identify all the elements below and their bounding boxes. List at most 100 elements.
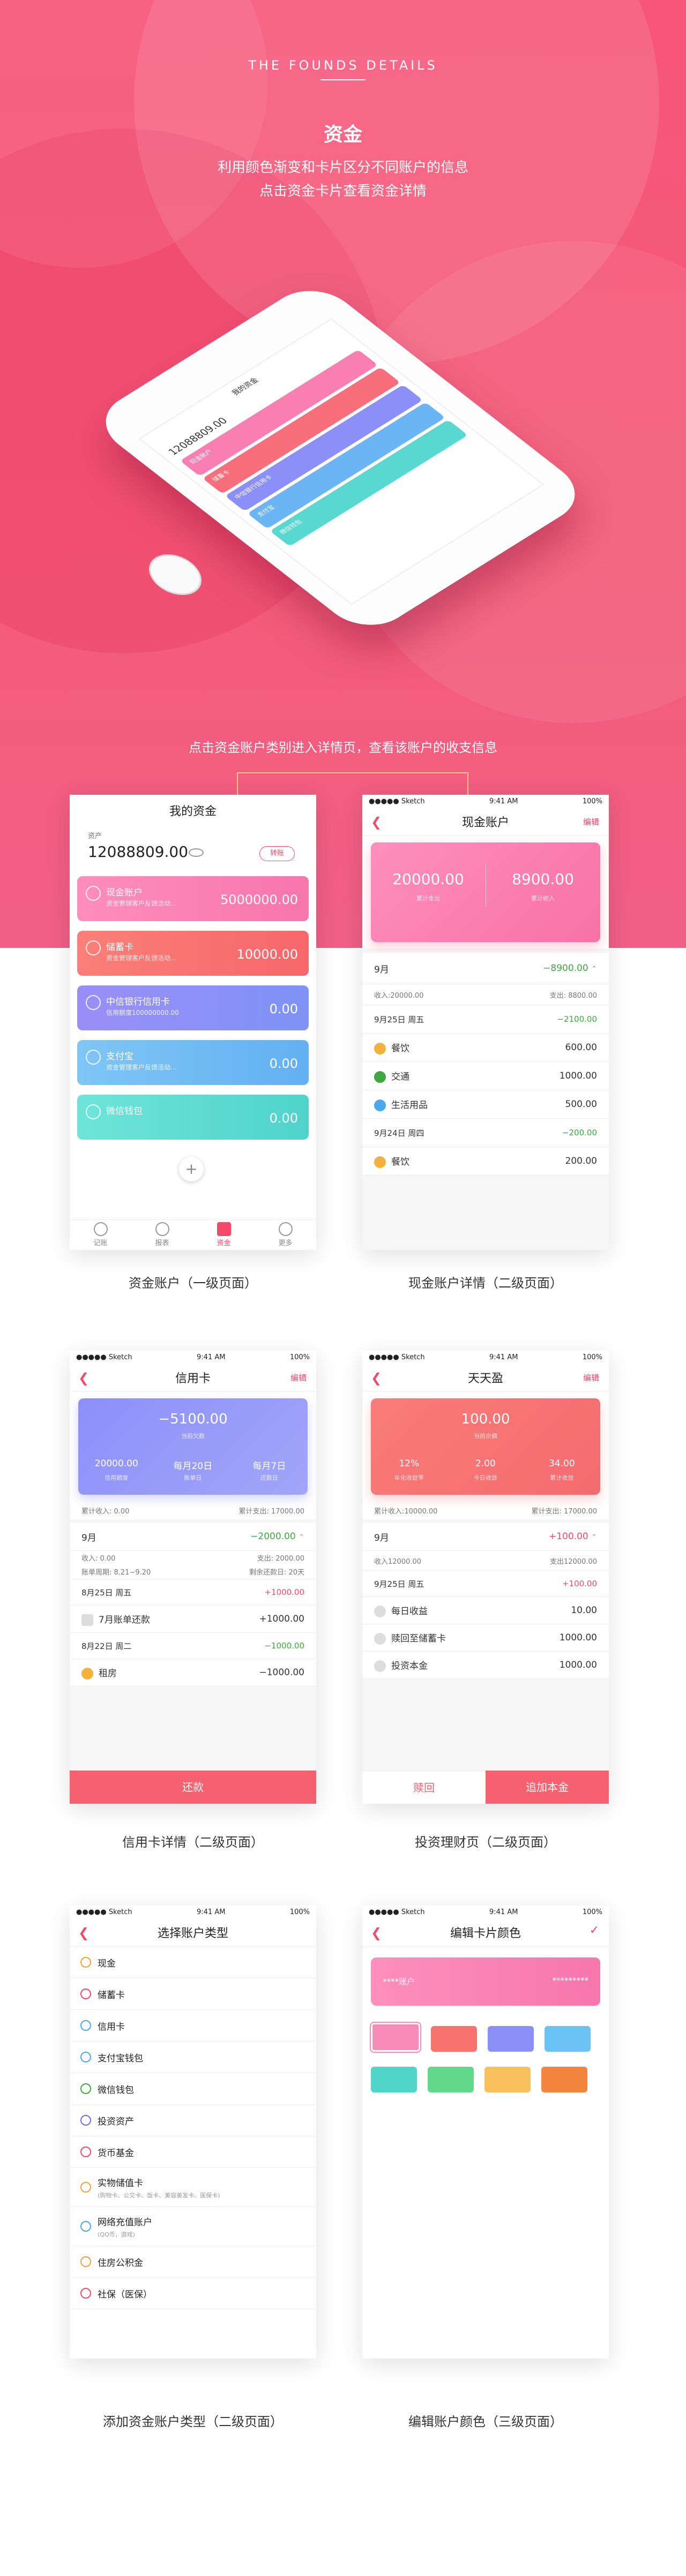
month-row[interactable]: 9月 −2000.00 ⌃ (70, 1523, 316, 1551)
transfer-button[interactable]: 转账 (259, 846, 295, 861)
navbar: 我的资金 (70, 795, 316, 826)
edit-button[interactable]: 编辑 (583, 1372, 599, 1383)
back-icon[interactable]: ❮ (371, 815, 382, 830)
check-icon[interactable]: ✓ (590, 1924, 599, 1937)
back-icon[interactable]: ❮ (78, 1370, 89, 1385)
item-label: 微信钱包 (98, 2084, 134, 2096)
tab-bookkeeping[interactable]: 记账 (70, 1220, 131, 1250)
redeem-button[interactable]: 赎回 (362, 1771, 486, 1804)
account-card-savings[interactable]: 储蓄卡 资金管理客户反馈活动... 10000.00 (77, 931, 309, 976)
month-expense: 支出: 8800.00 (549, 991, 597, 1000)
item-sub: (购物卡、公交卡、饭卡、美容美发卡、医保卡) (98, 2191, 220, 2199)
item-label: 货币基金 (98, 2148, 134, 2159)
screen-choose-account-type: ●●●●● Sketch 9:41 AM 100% ❮ 选择账户类型 现金 储蓄卡 … (70, 1905, 316, 2359)
account-amount: 0.00 (269, 1111, 298, 1126)
debt-label: 当前欠款 (181, 1433, 205, 1440)
account-sub: 信用额度100000000.00 (106, 1009, 179, 1016)
transaction-row[interactable]: 交通 1000.00 (362, 1062, 609, 1090)
date-label: 9月25日 周五 (374, 1014, 424, 1025)
globe-icon (80, 2221, 91, 2232)
house-icon (81, 1668, 93, 1679)
month-label: 9月 (81, 1532, 96, 1543)
account-sub: 资金管理客户反馈活动... (106, 900, 177, 907)
transaction-row[interactable]: 餐饮 200.00 (362, 1147, 609, 1176)
back-icon[interactable]: ❮ (371, 1925, 382, 1940)
bottom-bar: 还款 (70, 1771, 316, 1804)
hero-desc-line1: 利用颜色渐变和卡片区分不同账户的信息 (217, 160, 468, 176)
date-label: 8月22日 周二 (81, 1641, 132, 1651)
month-row[interactable]: 9月 +100.00 ⌃ (362, 1523, 609, 1551)
tab-label: 报表 (155, 1239, 169, 1247)
house-icon (80, 2256, 91, 2267)
item-label: 投资资产 (98, 2116, 134, 2127)
stat-label: 信用额度 (105, 1474, 129, 1481)
tab-more[interactable]: 更多 (255, 1220, 316, 1250)
transaction-amount: 1000.00 (559, 1660, 597, 1670)
account-type-stored-value[interactable]: 实物储值卡 (购物卡、公交卡、饭卡、美容美发卡、医保卡) (70, 2168, 316, 2207)
edit-button[interactable]: 编辑 (583, 816, 599, 827)
account-card-wechat[interactable]: 微信钱包 0.00 (77, 1095, 309, 1140)
account-card-alipay[interactable]: 支付宝 资金管理客户反馈活动... 0.00 (77, 1040, 309, 1085)
transaction-row[interactable]: 赎回至储蓄卡 1000.00 (362, 1624, 609, 1652)
transaction-row[interactable]: 投资本金 1000.00 (362, 1652, 609, 1679)
navbar: ❮ 天天盈 编辑 (362, 1364, 609, 1392)
eye-icon[interactable] (189, 848, 204, 857)
account-type-alipay[interactable]: 支付宝钱包 (70, 2042, 316, 2073)
transaction-name: 投资本金 (391, 1661, 428, 1671)
color-swatch-pink[interactable] (371, 2023, 420, 2052)
total-expense: 累计支出: 17000.00 (238, 1507, 304, 1516)
transaction-row[interactable]: 每日收益 10.00 (362, 1597, 609, 1624)
color-swatch-green[interactable] (428, 2067, 474, 2092)
month-total: −8900.00 ⌃ (543, 963, 597, 974)
color-swatch-yellow[interactable] (484, 2067, 531, 2092)
account-type-fund[interactable]: 货币基金 (70, 2136, 316, 2168)
account-type-housing-fund[interactable]: 住房公积金 (70, 2246, 316, 2278)
tab-reports[interactable]: 报表 (131, 1220, 193, 1250)
gift-card-icon (80, 2182, 91, 2193)
card-icon (86, 940, 101, 955)
back-icon[interactable]: ❮ (78, 1925, 89, 1940)
color-swatch-coral[interactable] (431, 2026, 477, 2052)
transaction-name: 餐饮 (391, 1157, 409, 1168)
stat-value: 每月20日 (173, 1461, 213, 1472)
principal-icon (374, 1660, 386, 1672)
transaction-name: 餐饮 (391, 1043, 409, 1054)
stat-label: 年化收益率 (394, 1474, 424, 1481)
color-swatch-orange[interactable] (541, 2067, 587, 2092)
back-icon[interactable]: ❮ (371, 1370, 382, 1385)
caption: 投资理财页（二级页面） (415, 1835, 556, 1850)
transaction-row[interactable]: 7月账单还款 +1000.00 (70, 1606, 316, 1633)
color-swatch-purple[interactable] (488, 2026, 534, 2052)
status-bar: ●●●●● Sketch 9:41 AM 100% (76, 1353, 310, 1361)
add-principal-button[interactable]: 追加本金 (486, 1771, 609, 1804)
account-type-online[interactable]: 网络充值账户 (QQ币，游戏) (70, 2207, 316, 2246)
transaction-name: 生活用品 (391, 1100, 428, 1111)
account-card-cash[interactable]: 现金账户 资金管理客户反馈活动... 5000000.00 (77, 876, 309, 921)
transaction-row[interactable]: 餐饮 600.00 (362, 1034, 609, 1062)
income-value: 8900.00 (512, 870, 574, 888)
month-row[interactable]: 9月 −8900.00 ⌃ (362, 953, 609, 984)
stat-value: 34.00 (548, 1458, 575, 1469)
alipay-icon (86, 1050, 101, 1065)
account-type-social-security[interactable]: 社保（医保） (70, 2278, 316, 2309)
account-type-savings[interactable]: 储蓄卡 (70, 1978, 316, 2010)
tab-funds[interactable]: 资金 (193, 1220, 255, 1250)
edit-button[interactable]: 编辑 (290, 1372, 307, 1383)
transaction-amount: 10.00 (571, 1605, 597, 1616)
color-swatch-blue[interactable] (545, 2026, 591, 2052)
plus-icon[interactable]: + (179, 1157, 204, 1181)
account-type-cash[interactable]: 现金 (70, 1947, 316, 1978)
repay-button[interactable]: 还款 (70, 1771, 316, 1804)
account-type-investment[interactable]: 投资资产 (70, 2105, 316, 2136)
debt-value: −5100.00 (158, 1411, 228, 1427)
screen-investment: ●●●●● Sketch 9:41 AM 100% ❮ 天天盈 编辑 100.00 … (362, 1351, 609, 1804)
credit-card-icon (80, 2020, 91, 2031)
account-type-wechat[interactable]: 微信钱包 (70, 2073, 316, 2105)
investment-icon (80, 2115, 91, 2126)
account-type-credit[interactable]: 信用卡 (70, 2010, 316, 2042)
account-card-credit[interactable]: 中信银行信用卡 信用额度100000000.00 0.00 (77, 985, 309, 1030)
transaction-row[interactable]: 生活用品 500.00 (362, 1090, 609, 1119)
color-swatch-teal[interactable] (371, 2067, 417, 2092)
transaction-row[interactable]: 租房 −1000.00 (70, 1659, 316, 1686)
flower-icon (278, 1222, 293, 1236)
